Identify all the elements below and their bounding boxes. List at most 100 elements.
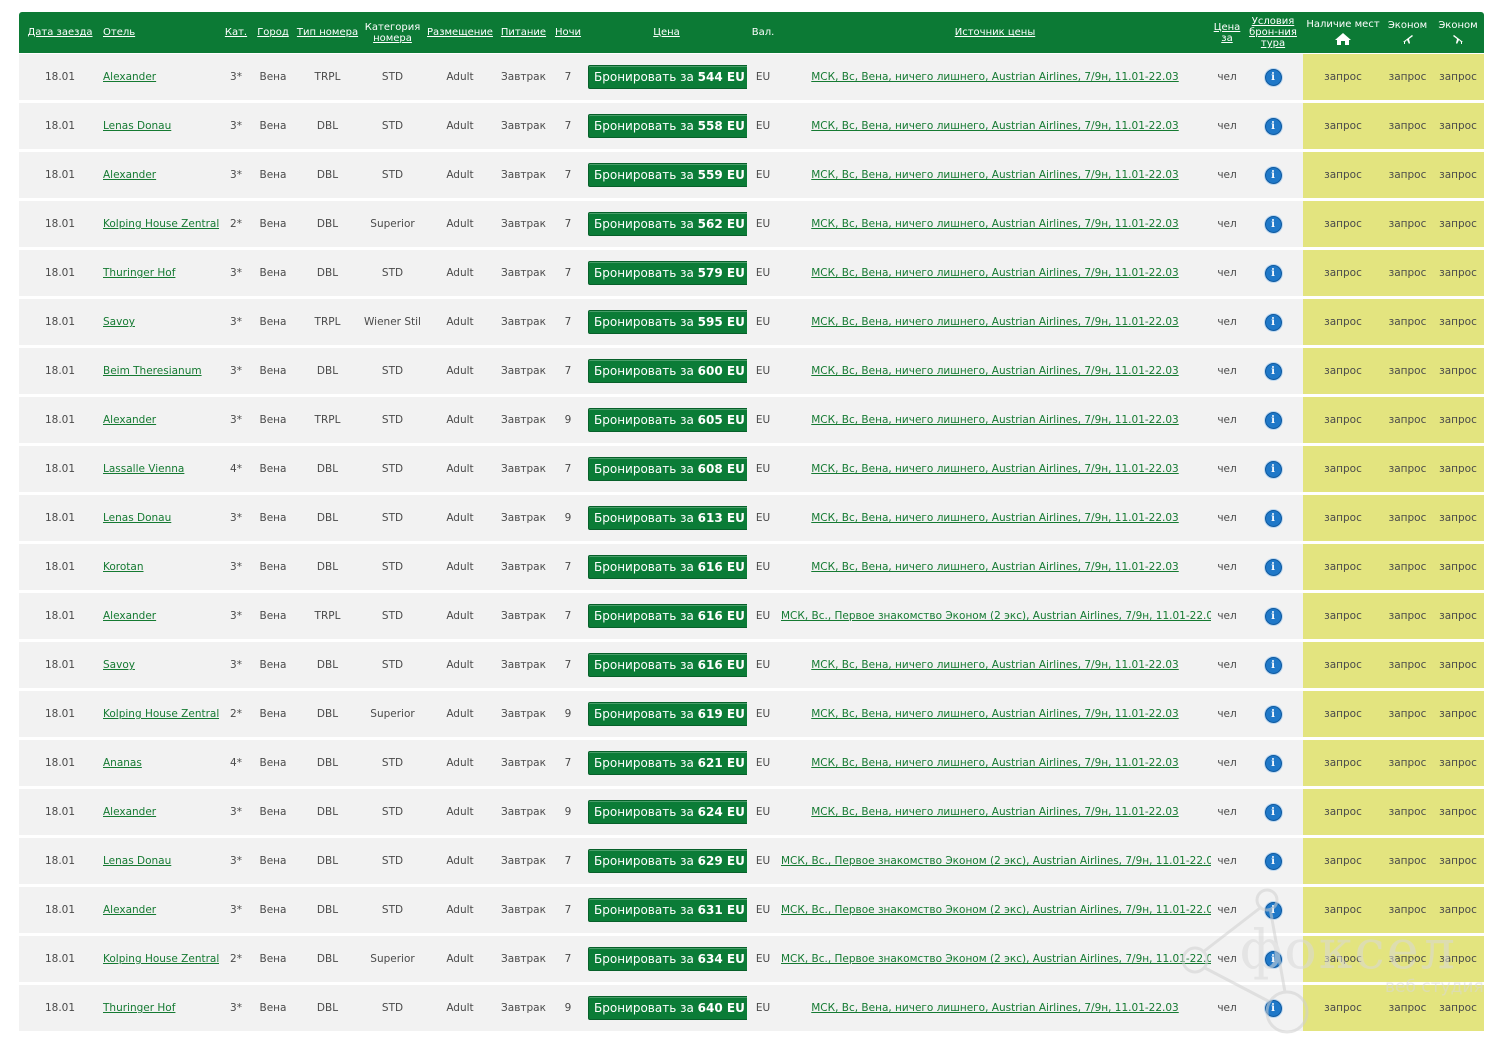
header-price-per[interactable]: Цена за xyxy=(1211,12,1243,54)
info-icon[interactable]: i xyxy=(1264,558,1282,576)
book-button[interactable]: Бронировать за 624 EU xyxy=(588,800,747,824)
header-price[interactable]: Цена xyxy=(586,12,747,54)
info-icon[interactable]: i xyxy=(1264,656,1282,674)
book-button[interactable]: Бронировать за 595 EU xyxy=(588,310,747,334)
cell-price-per: чел xyxy=(1211,250,1243,299)
hotel-link[interactable]: Lenas Donau xyxy=(103,855,171,867)
cell-room-type: DBL xyxy=(293,152,362,201)
header-nights[interactable]: Ночи xyxy=(550,12,586,54)
header-date[interactable]: Дата заезда xyxy=(19,12,101,54)
book-button[interactable]: Бронировать за 616 EU xyxy=(588,555,747,579)
header-meal[interactable]: Питание xyxy=(497,12,550,54)
book-button[interactable]: Бронировать за 608 EU xyxy=(588,457,747,481)
price-source-link[interactable]: МСК, Вс, Вена, ничего лишнего, Austrian … xyxy=(811,463,1178,475)
info-icon[interactable]: i xyxy=(1264,166,1282,184)
info-icon[interactable]: i xyxy=(1264,852,1282,870)
price-source-link[interactable]: МСК, Вс, Вена, ничего лишнего, Austrian … xyxy=(811,708,1178,720)
info-icon[interactable]: i xyxy=(1264,754,1282,772)
header-hotel[interactable]: Отель xyxy=(101,12,219,54)
info-icon[interactable]: i xyxy=(1264,999,1282,1017)
price-source-link[interactable]: МСК, Вс., Первое знакомство Эконом (2 эк… xyxy=(781,904,1211,916)
info-icon[interactable]: i xyxy=(1264,901,1282,919)
info-icon[interactable]: i xyxy=(1264,264,1282,282)
info-icon[interactable]: i xyxy=(1264,705,1282,723)
hotel-link[interactable]: Kolping House Zentral xyxy=(103,953,219,965)
price-source-link[interactable]: МСК, Вс, Вена, ничего лишнего, Austrian … xyxy=(811,659,1178,671)
hotel-link[interactable]: Thuringer Hof xyxy=(103,1002,175,1014)
hotel-link[interactable]: Alexander xyxy=(103,806,156,818)
book-button[interactable]: Бронировать за 562 EU xyxy=(588,212,747,236)
book-button[interactable]: Бронировать за 559 EU xyxy=(588,163,747,187)
hotel-link[interactable]: Kolping House Zentral xyxy=(103,218,219,230)
price-source-link[interactable]: МСК, Вс, Вена, ничего лишнего, Austrian … xyxy=(811,512,1178,524)
book-button[interactable]: Бронировать за 579 EU xyxy=(588,261,747,285)
hotel-link[interactable]: Ananas xyxy=(103,757,142,769)
hotel-link[interactable]: Lenas Donau xyxy=(103,512,171,524)
cell-placement: Adult xyxy=(423,985,497,1034)
cell-hotel: Savoy xyxy=(101,299,219,348)
hotel-link[interactable]: Savoy xyxy=(103,316,135,328)
price-source-link[interactable]: МСК, Вс, Вена, ничего лишнего, Austrian … xyxy=(811,757,1178,769)
price-source-link[interactable]: МСК, Вс, Вена, ничего лишнего, Austrian … xyxy=(811,169,1178,181)
info-icon[interactable]: i xyxy=(1264,117,1282,135)
hotel-link[interactable]: Alexander xyxy=(103,904,156,916)
price-source-link[interactable]: МСК, Вс., Первое знакомство Эконом (2 эк… xyxy=(781,610,1211,622)
info-icon[interactable]: i xyxy=(1264,509,1282,527)
hotel-link[interactable]: Lenas Donau xyxy=(103,120,171,132)
hotel-link[interactable]: Alexander xyxy=(103,71,156,83)
header-booking-conditions[interactable]: Условия брон-ния тура xyxy=(1243,12,1303,54)
cell-currency: EU xyxy=(747,789,779,838)
book-button[interactable]: Бронировать за 616 EU xyxy=(588,653,747,677)
cell-date: 18.01 xyxy=(19,740,101,789)
hotel-link[interactable]: Alexander xyxy=(103,414,156,426)
hotel-link[interactable]: Lassalle Vienna xyxy=(103,463,184,475)
header-category[interactable]: Кат. xyxy=(219,12,253,54)
info-icon[interactable]: i xyxy=(1264,950,1282,968)
book-button[interactable]: Бронировать за 634 EU xyxy=(588,947,747,971)
price-source-link[interactable]: МСК, Вс, Вена, ничего лишнего, Austrian … xyxy=(811,267,1178,279)
price-source-link[interactable]: МСК, Вс, Вена, ничего лишнего, Austrian … xyxy=(811,120,1178,132)
book-button[interactable]: Бронировать за 544 EU xyxy=(588,65,747,89)
info-icon[interactable]: i xyxy=(1264,68,1282,86)
price-source-link[interactable]: МСК, Вс, Вена, ничего лишнего, Austrian … xyxy=(811,1002,1178,1014)
hotel-link[interactable]: Alexander xyxy=(103,610,156,622)
price-source-link[interactable]: МСК, Вс., Первое знакомство Эконом (2 эк… xyxy=(781,953,1211,965)
hotel-link[interactable]: Beim Theresianum xyxy=(103,365,202,377)
header-room-category[interactable]: Категория номера xyxy=(362,12,423,54)
price-source-link[interactable]: МСК, Вс, Вена, ничего лишнего, Austrian … xyxy=(811,71,1178,83)
book-button[interactable]: Бронировать за 558 EU xyxy=(588,114,747,138)
hotel-link[interactable]: Kolping House Zentral xyxy=(103,708,219,720)
price-source-link[interactable]: МСК, Вс, Вена, ничего лишнего, Austrian … xyxy=(811,414,1178,426)
info-icon[interactable]: i xyxy=(1264,607,1282,625)
book-button[interactable]: Бронировать за 605 EU xyxy=(588,408,747,432)
price-source-link[interactable]: МСК, Вс, Вена, ничего лишнего, Austrian … xyxy=(811,806,1178,818)
book-button[interactable]: Бронировать за 616 EU xyxy=(588,604,747,628)
info-icon[interactable]: i xyxy=(1264,803,1282,821)
hotel-link[interactable]: Alexander xyxy=(103,169,156,181)
price-source-link[interactable]: МСК, Вс, Вена, ничего лишнего, Austrian … xyxy=(811,316,1178,328)
info-icon[interactable]: i xyxy=(1264,362,1282,380)
info-icon[interactable]: i xyxy=(1264,313,1282,331)
header-price-source[interactable]: Источник цены xyxy=(779,12,1211,54)
book-button[interactable]: Бронировать за 619 EU xyxy=(588,702,747,726)
book-button[interactable]: Бронировать за 640 EU xyxy=(588,996,747,1020)
price-source-link[interactable]: МСК, Вс, Вена, ничего лишнего, Austrian … xyxy=(811,218,1178,230)
hotel-link[interactable]: Korotan xyxy=(103,561,144,573)
price-source-link[interactable]: МСК, Вс, Вена, ничего лишнего, Austrian … xyxy=(811,365,1178,377)
info-icon[interactable]: i xyxy=(1264,460,1282,478)
header-room-type[interactable]: Тип номера xyxy=(293,12,362,54)
price-source-link[interactable]: МСК, Вс, Вена, ничего лишнего, Austrian … xyxy=(811,561,1178,573)
cell-city: Вена xyxy=(253,887,293,936)
book-button[interactable]: Бронировать за 631 EU xyxy=(588,898,747,922)
book-button[interactable]: Бронировать за 600 EU xyxy=(588,359,747,383)
header-city[interactable]: Город xyxy=(253,12,293,54)
hotel-link[interactable]: Thuringer Hof xyxy=(103,267,175,279)
price-source-link[interactable]: МСК, Вс., Первое знакомство Эконом (2 эк… xyxy=(781,855,1211,867)
hotel-link[interactable]: Savoy xyxy=(103,659,135,671)
info-icon[interactable]: i xyxy=(1264,411,1282,429)
book-button[interactable]: Бронировать за 613 EU xyxy=(588,506,747,530)
book-button[interactable]: Бронировать за 629 EU xyxy=(588,849,747,873)
header-placement[interactable]: Размещение xyxy=(423,12,497,54)
info-icon[interactable]: i xyxy=(1264,215,1282,233)
book-button[interactable]: Бронировать за 621 EU xyxy=(588,751,747,775)
